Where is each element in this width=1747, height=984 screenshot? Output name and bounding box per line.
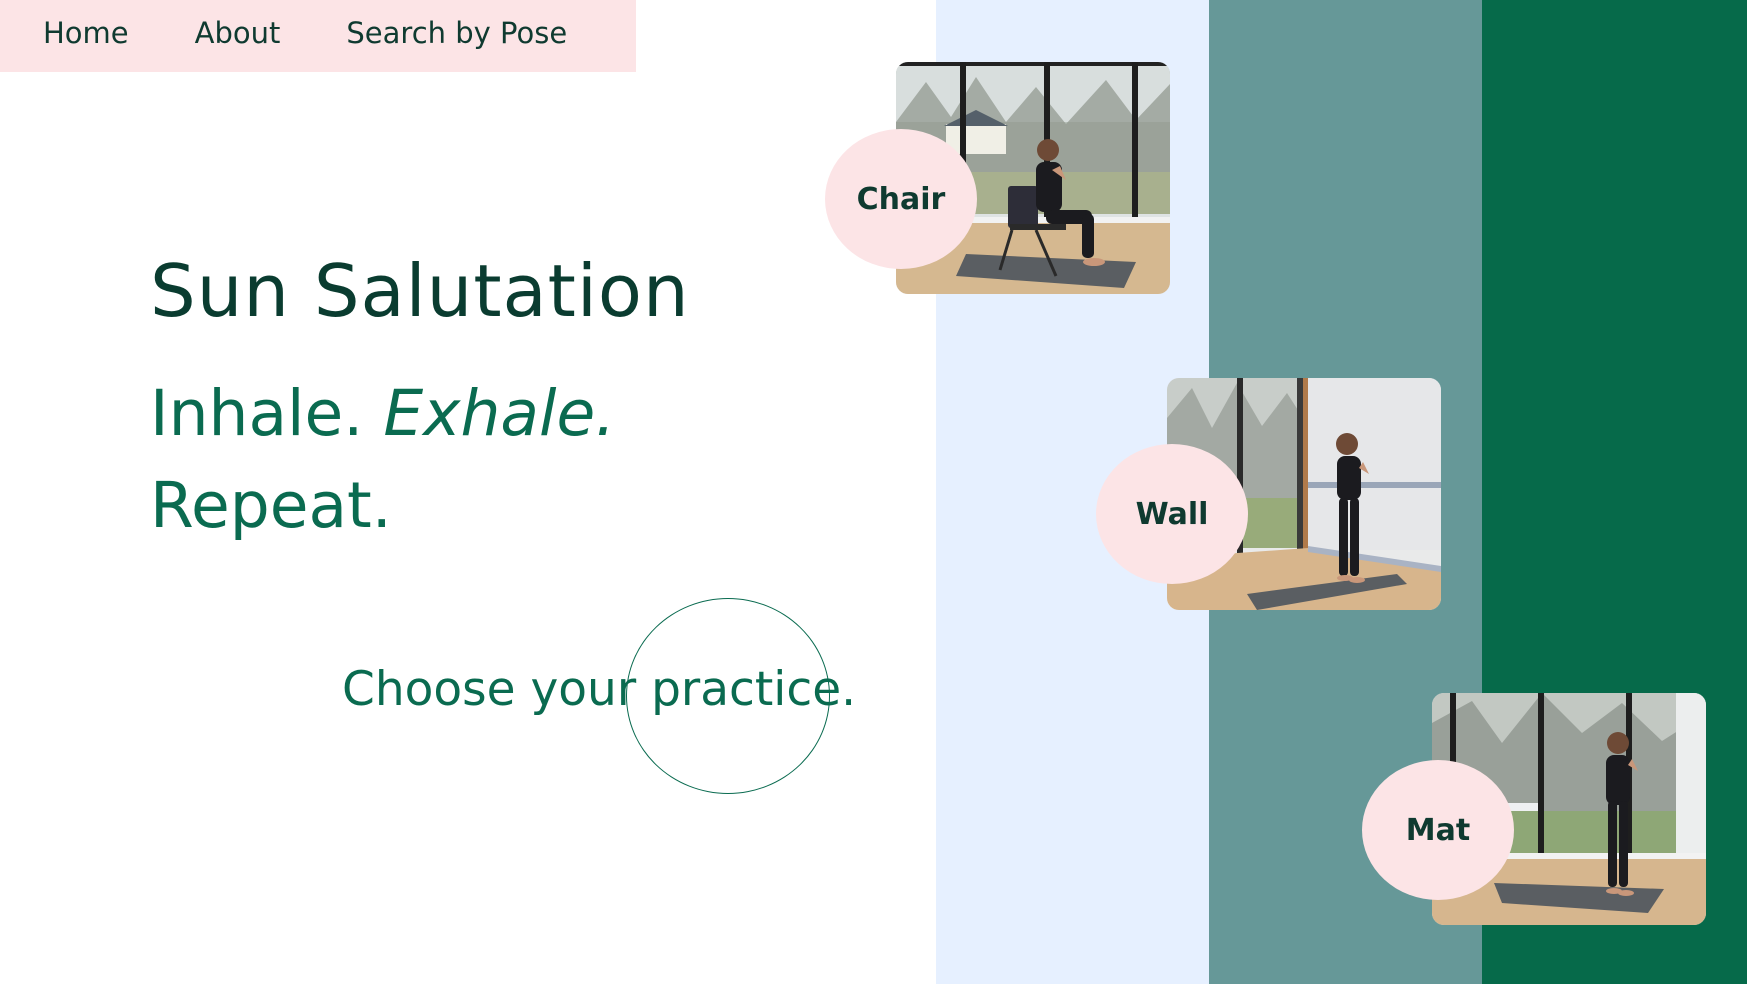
top-nav: Home About Search by Pose xyxy=(0,0,636,72)
tagline-repeat: Repeat. xyxy=(150,469,392,542)
tagline-exhale: Exhale. xyxy=(383,377,616,450)
chair-practice-button[interactable]: Chair xyxy=(825,129,977,269)
choose-practice-text: Choose your practice. xyxy=(342,662,857,717)
nav-search-by-pose-link[interactable]: Search by Pose xyxy=(346,18,567,48)
hero-tagline: Inhale. Exhale. Repeat. xyxy=(150,368,615,552)
nav-about-link[interactable]: About xyxy=(195,18,281,48)
nav-home-link[interactable]: Home xyxy=(43,18,129,48)
mat-practice-button[interactable]: Mat xyxy=(1362,760,1514,900)
tagline-inhale: Inhale. xyxy=(150,377,364,450)
page-title: Sun Salutation xyxy=(150,249,690,333)
wall-practice-button[interactable]: Wall xyxy=(1096,444,1248,584)
